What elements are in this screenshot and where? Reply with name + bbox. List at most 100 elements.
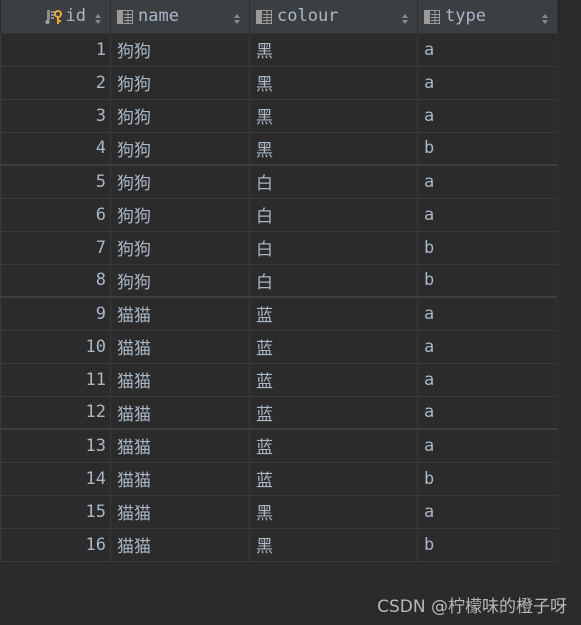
- column-header-label: id: [65, 6, 86, 27]
- table-row[interactable]: 11 猫猫 蓝 a: [0, 362, 558, 397]
- cell-colour[interactable]: 蓝: [249, 461, 418, 496]
- header-row: id name colour type: [0, 0, 558, 34]
- cell-id[interactable]: 9: [0, 296, 111, 331]
- column-header-type[interactable]: type: [417, 0, 558, 34]
- primary-key-column-icon: [44, 9, 62, 25]
- cell-colour[interactable]: 黑: [249, 131, 418, 166]
- cell-id[interactable]: 7: [0, 230, 111, 265]
- cell-id[interactable]: 6: [0, 197, 111, 232]
- cell-name[interactable]: 猫猫: [110, 494, 250, 529]
- table-row[interactable]: 16 猫猫 黑 b: [0, 527, 558, 562]
- cell-colour[interactable]: 蓝: [249, 296, 418, 331]
- sort-icon[interactable]: [233, 10, 241, 25]
- cell-name[interactable]: 狗狗: [110, 230, 250, 265]
- cell-name[interactable]: 狗狗: [110, 197, 250, 232]
- cell-id[interactable]: 10: [0, 329, 111, 364]
- cell-name[interactable]: 猫猫: [110, 362, 250, 397]
- watermark: CSDN @柠檬味的橙子呀: [377, 597, 567, 617]
- cell-id[interactable]: 2: [0, 65, 111, 100]
- cell-name[interactable]: 狗狗: [110, 98, 250, 133]
- cell-colour[interactable]: 白: [249, 164, 418, 199]
- cell-type[interactable]: a: [417, 362, 558, 397]
- cell-name[interactable]: 猫猫: [110, 329, 250, 364]
- table-row[interactable]: 3 狗狗 黑 a: [0, 98, 558, 133]
- cell-id[interactable]: 15: [0, 494, 111, 529]
- cell-colour[interactable]: 蓝: [249, 362, 418, 397]
- cell-type[interactable]: b: [417, 131, 558, 166]
- table-column-icon: [424, 9, 440, 25]
- column-header-label: name: [138, 6, 179, 27]
- cell-colour[interactable]: 黑: [249, 32, 418, 67]
- cell-colour[interactable]: 蓝: [249, 395, 418, 430]
- table-row[interactable]: 13 猫猫 蓝 a: [0, 428, 558, 463]
- cell-name[interactable]: 猫猫: [110, 428, 250, 463]
- cell-id[interactable]: 11: [0, 362, 111, 397]
- table-row[interactable]: 8 狗狗 白 b: [0, 263, 558, 298]
- cell-id[interactable]: 5: [0, 164, 111, 199]
- cell-id[interactable]: 4: [0, 131, 111, 166]
- cell-type[interactable]: a: [417, 65, 558, 100]
- result-grid: id name colour type 1 狗狗 黑 a 2 狗狗 黑 a 3 …: [0, 0, 558, 562]
- cell-name[interactable]: 狗狗: [110, 131, 250, 166]
- column-header-colour[interactable]: colour: [249, 0, 418, 34]
- cell-name[interactable]: 猫猫: [110, 296, 250, 331]
- cell-colour[interactable]: 蓝: [249, 329, 418, 364]
- cell-colour[interactable]: 白: [249, 230, 418, 265]
- cell-id[interactable]: 16: [0, 527, 111, 562]
- table-row[interactable]: 9 猫猫 蓝 a: [0, 296, 558, 331]
- cell-type[interactable]: a: [417, 428, 558, 463]
- cell-type[interactable]: a: [417, 197, 558, 232]
- cell-name[interactable]: 狗狗: [110, 164, 250, 199]
- column-header-id[interactable]: id: [0, 0, 111, 34]
- cell-id[interactable]: 1: [0, 32, 111, 67]
- cell-id[interactable]: 3: [0, 98, 111, 133]
- table-column-icon: [256, 9, 272, 25]
- column-header-label: type: [445, 6, 486, 27]
- table-row[interactable]: 1 狗狗 黑 a: [0, 32, 558, 67]
- table-row[interactable]: 12 猫猫 蓝 a: [0, 395, 558, 430]
- cell-type[interactable]: a: [417, 98, 558, 133]
- cell-id[interactable]: 13: [0, 428, 111, 463]
- sort-icon[interactable]: [541, 10, 549, 25]
- table-column-icon: [117, 9, 133, 25]
- grid-right-gutter: [557, 0, 581, 572]
- cell-type[interactable]: a: [417, 395, 558, 430]
- table-row[interactable]: 5 狗狗 白 a: [0, 164, 558, 199]
- column-header-label: colour: [277, 6, 339, 27]
- sort-icon[interactable]: [94, 10, 102, 25]
- table-row[interactable]: 2 狗狗 黑 a: [0, 65, 558, 100]
- table-row[interactable]: 6 狗狗 白 a: [0, 197, 558, 232]
- cell-type[interactable]: a: [417, 164, 558, 199]
- cell-id[interactable]: 14: [0, 461, 111, 496]
- cell-colour[interactable]: 黑: [249, 65, 418, 100]
- cell-colour[interactable]: 黑: [249, 494, 418, 529]
- cell-type[interactable]: b: [417, 461, 558, 496]
- cell-type[interactable]: a: [417, 296, 558, 331]
- table-row[interactable]: 7 狗狗 白 b: [0, 230, 558, 265]
- cell-name[interactable]: 狗狗: [110, 32, 250, 67]
- cell-type[interactable]: b: [417, 263, 558, 298]
- cell-id[interactable]: 12: [0, 395, 111, 430]
- table-row[interactable]: 14 猫猫 蓝 b: [0, 461, 558, 496]
- cell-type[interactable]: a: [417, 329, 558, 364]
- table-row[interactable]: 10 猫猫 蓝 a: [0, 329, 558, 364]
- cell-type[interactable]: b: [417, 527, 558, 562]
- table-row[interactable]: 15 猫猫 黑 a: [0, 494, 558, 529]
- cell-colour[interactable]: 白: [249, 197, 418, 232]
- cell-colour[interactable]: 白: [249, 263, 418, 298]
- cell-type[interactable]: a: [417, 494, 558, 529]
- cell-name[interactable]: 猫猫: [110, 395, 250, 430]
- cell-name[interactable]: 猫猫: [110, 461, 250, 496]
- table-row[interactable]: 4 狗狗 黑 b: [0, 131, 558, 166]
- cell-id[interactable]: 8: [0, 263, 111, 298]
- cell-name[interactable]: 狗狗: [110, 65, 250, 100]
- cell-colour[interactable]: 黑: [249, 98, 418, 133]
- cell-type[interactable]: a: [417, 32, 558, 67]
- cell-name[interactable]: 猫猫: [110, 527, 250, 562]
- column-header-name[interactable]: name: [110, 0, 250, 34]
- cell-colour[interactable]: 蓝: [249, 428, 418, 463]
- cell-name[interactable]: 狗狗: [110, 263, 250, 298]
- cell-type[interactable]: b: [417, 230, 558, 265]
- cell-colour[interactable]: 黑: [249, 527, 418, 562]
- sort-icon[interactable]: [401, 10, 409, 25]
